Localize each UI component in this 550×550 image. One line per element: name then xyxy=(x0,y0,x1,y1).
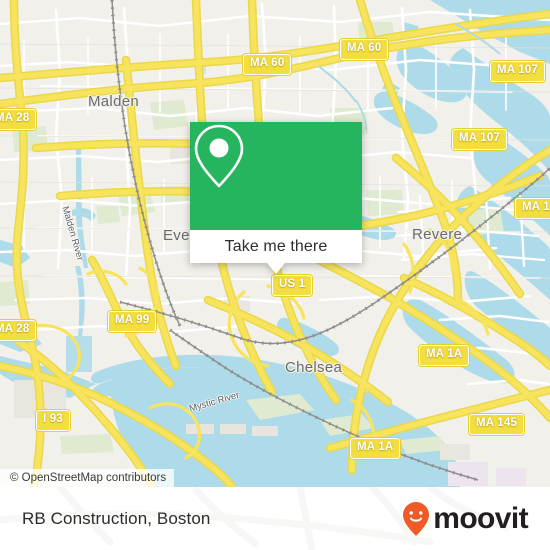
take-me-there-label: Take me there xyxy=(224,237,328,255)
highway-shield-ma-107-a: MA 107 xyxy=(490,61,546,82)
highway-shield-i-93: I 93 xyxy=(36,410,70,431)
osm-attribution[interactable]: © OpenStreetMap contributors xyxy=(0,469,175,487)
city-label-malden: Malden xyxy=(88,93,139,110)
highway-shield-ma-1a-a: MA 1A xyxy=(515,198,550,219)
highway-shield-ma-28-b: MA 28 xyxy=(0,320,37,341)
place-title: RB Construction, Boston xyxy=(22,508,211,528)
map-canvas[interactable]: .w { fill:#aedbe9; } .grn { fill:#dfead0… xyxy=(0,0,550,487)
highway-shield-ma-99: MA 99 xyxy=(108,311,157,332)
footer-bar: RB Construction, Boston moovit xyxy=(0,487,550,550)
highway-shield-ma-107-b: MA 107 xyxy=(452,129,508,150)
highway-shield-us-1: US 1 xyxy=(272,275,313,296)
highway-shield-ma-1a-b: MA 1A xyxy=(419,345,470,366)
highway-shield-ma-1a-c: MA 1A xyxy=(350,438,401,459)
city-label-revere: Revere xyxy=(412,226,463,243)
popup-tail xyxy=(267,263,285,274)
city-label-chelsea: Chelsea xyxy=(285,359,343,376)
highway-shield-ma-60-b: MA 60 xyxy=(340,39,389,60)
highway-shield-ma-60-a: MA 60 xyxy=(243,54,292,75)
highway-shield-ma-28-a: MA 28 xyxy=(0,109,37,130)
moovit-pin-smiley-icon xyxy=(403,501,430,536)
moovit-wordmark: moovit xyxy=(433,501,528,535)
take-me-there-popup[interactable]: Take me there xyxy=(190,122,362,274)
moovit-logo[interactable]: moovit xyxy=(401,501,529,537)
popup-icon-area xyxy=(190,122,362,230)
popup-action-area[interactable]: Take me there xyxy=(190,230,362,274)
moovit-map-screenshot: .w { fill:#aedbe9; } .grn { fill:#dfead0… xyxy=(0,0,550,550)
highway-shield-ma-145: MA 145 xyxy=(469,414,525,435)
map-pin-icon xyxy=(194,124,244,188)
